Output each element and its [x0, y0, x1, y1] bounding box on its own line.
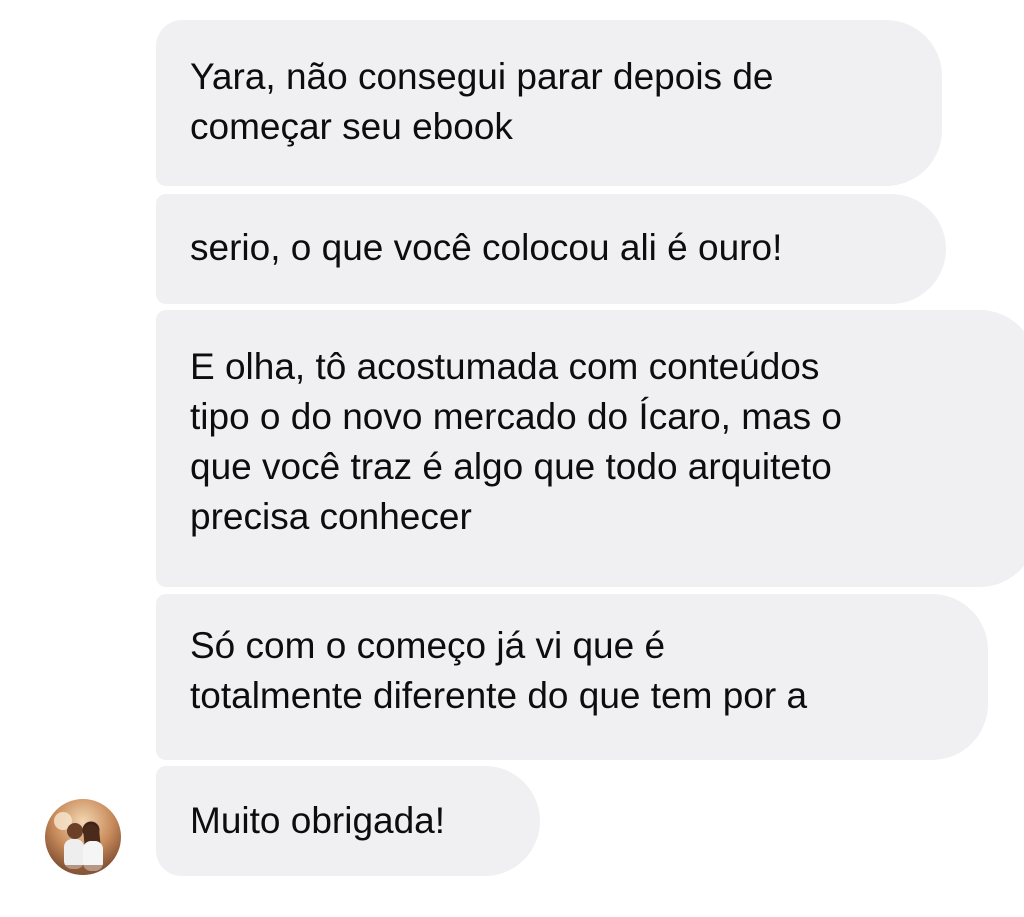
message-text-line: que você traz é algo que todo arquiteto	[190, 446, 832, 487]
message-text-line: precisa conhecer	[190, 496, 472, 537]
message-bubble[interactable]: Muito obrigada!	[156, 766, 540, 876]
message-text-line: tipo o do novo mercado do Ícaro, mas o	[190, 396, 842, 437]
message-text-line: serio, o que você colocou ali é ouro!	[190, 227, 783, 268]
sender-avatar[interactable]	[45, 799, 121, 875]
message-text-line: Muito obrigada!	[190, 800, 446, 841]
message-bubble[interactable]: E olha, tô acostumada com conteúdos tipo…	[156, 310, 1024, 587]
message-text-line: começar seu ebook	[190, 106, 513, 147]
message-thread: Yara, não consegui parar depois de começ…	[0, 0, 1024, 917]
message-bubble[interactable]: Yara, não consegui parar depois de começ…	[156, 20, 942, 186]
message-text-line: E olha, tô acostumada com conteúdos	[190, 346, 820, 387]
message-text-line: Yara, não consegui parar depois de	[190, 56, 774, 97]
message-bubble[interactable]: serio, o que você colocou ali é ouro!	[156, 194, 946, 304]
message-text-line: Só com o começo já vi que é	[190, 625, 666, 666]
message-bubble[interactable]: Só com o começo já vi que é totalmente d…	[156, 594, 988, 760]
message-text-line: totalmente diferente do que tem por a	[190, 675, 808, 716]
profile-photo-avatar-icon	[45, 799, 121, 875]
